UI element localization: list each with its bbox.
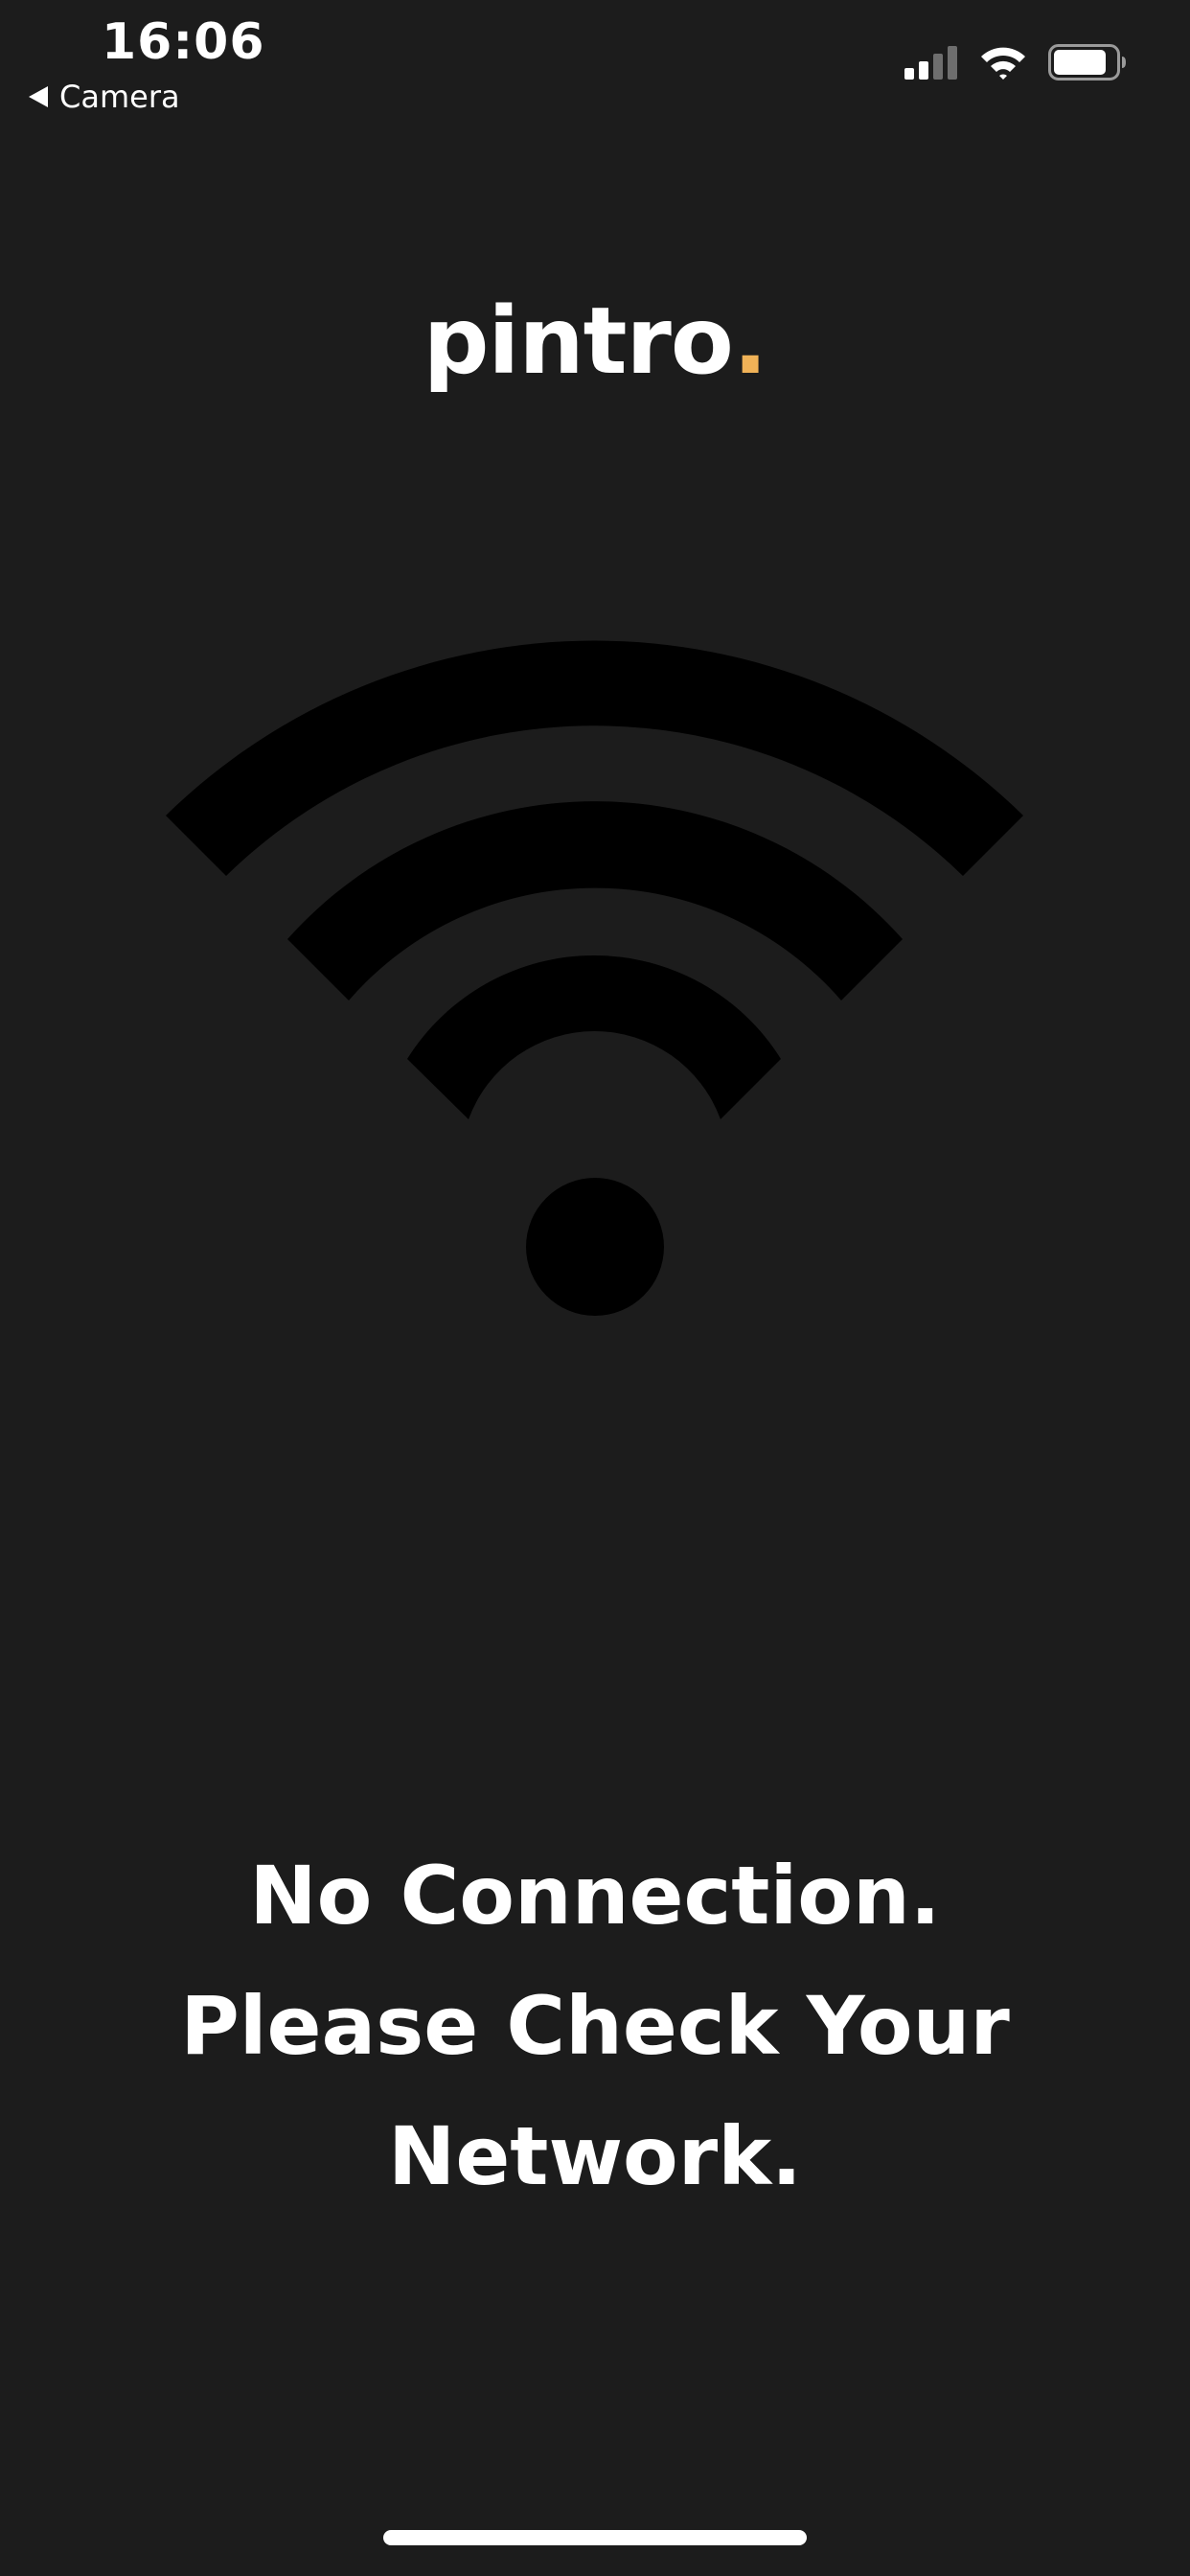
message-line-1: No Connection.	[249, 1849, 941, 1943]
logo-dot: .	[732, 288, 767, 395]
message-line-2: Please Check Your	[180, 1979, 1010, 2073]
status-bar: 16:06 Camera	[0, 0, 1190, 125]
status-time: 16:06	[102, 13, 265, 71]
back-to-camera-link[interactable]: Camera	[29, 79, 180, 115]
home-indicator[interactable]	[383, 2530, 807, 2545]
pintro-logo: pintro.	[0, 288, 1190, 395]
logo-text: pintro	[423, 288, 734, 395]
cellular-signal-icon	[904, 46, 957, 80]
battery-icon	[1048, 44, 1126, 80]
wifi-icon	[166, 640, 1023, 1316]
wifi-status-icon	[981, 47, 1025, 80]
wifi-dot	[526, 1178, 664, 1316]
no-connection-message: No Connection. Please Check Your Network…	[115, 1830, 1075, 2221]
back-link-label: Camera	[59, 79, 180, 115]
wifi-arc-inner	[407, 954, 781, 1119]
back-arrow-icon	[29, 86, 48, 107]
status-icons	[904, 44, 1127, 80]
message-line-3: Network.	[388, 2109, 802, 2203]
